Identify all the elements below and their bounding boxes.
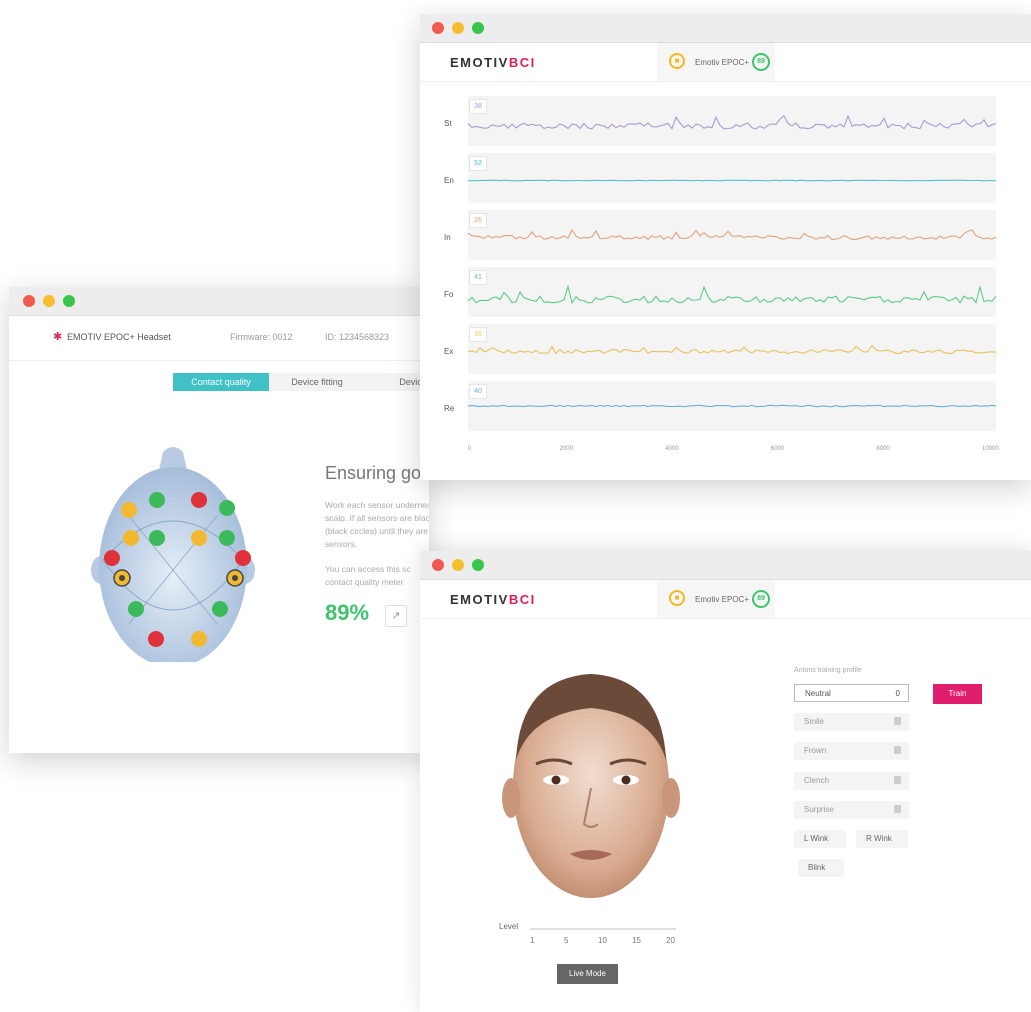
bluetooth-icon: ✱ <box>53 331 63 343</box>
channel-trace <box>467 179 997 182</box>
reference-marker-icon <box>232 575 238 581</box>
level-tick: 20 <box>666 936 675 945</box>
app-header: EMOTIVBCI ■ Emotiv EPOC+ 89 <box>420 580 1031 619</box>
action-smile[interactable]: Smile <box>794 713 909 731</box>
sensor-af4[interactable] <box>219 500 235 516</box>
sensor-o1[interactable] <box>148 631 164 647</box>
sensor-f7[interactable] <box>123 530 139 546</box>
contact-quality-window: ✱ EMOTIV EPOC+ Headset Firmware: 0012 ID… <box>9 287 429 753</box>
external-link-icon[interactable]: ↗ <box>385 605 407 627</box>
close-button[interactable] <box>23 295 35 307</box>
instructions-text: Work each sensor underneath hair to make… <box>325 500 429 549</box>
channel-trace <box>467 344 997 355</box>
action-smile-label: Smile <box>804 717 825 726</box>
channel-trace <box>467 228 997 241</box>
live-mode-button[interactable]: Live Mode <box>557 964 618 984</box>
level-tick: 15 <box>632 936 641 945</box>
x-tick-label: 6000 <box>770 446 785 452</box>
device-name: EMOTIV EPOC+ Headset <box>67 332 171 342</box>
training-profile-label: Antons training profile <box>794 667 862 674</box>
action-right-wink[interactable]: R Wink <box>856 830 908 848</box>
sensor-af3[interactable] <box>121 502 137 518</box>
firmware-version: Firmware: 0012 <box>230 332 293 342</box>
head-sensor-map <box>87 442 259 667</box>
sensor-p7[interactable] <box>128 601 144 617</box>
action-neutral-label: Neutral <box>805 689 831 698</box>
device-tab[interactable]: ■ Emotiv EPOC+ 89 <box>657 580 775 618</box>
action-clench[interactable]: Clench <box>794 772 909 790</box>
x-tick-label: 2000 <box>559 446 573 452</box>
reference-marker-icon <box>119 575 125 581</box>
window-titlebar <box>420 551 1031 580</box>
lock-icon <box>894 746 901 754</box>
lock-icon <box>894 776 901 784</box>
minimize-button[interactable] <box>43 295 55 307</box>
sensor-f4[interactable] <box>191 492 207 508</box>
action-left-wink[interactable]: L Wink <box>794 830 846 848</box>
action-neutral[interactable]: Neutral 0 <box>794 684 909 702</box>
level-tick: 5 <box>564 936 569 945</box>
action-frown-label: Frown <box>804 746 827 755</box>
action-clench-label: Clench <box>804 776 829 785</box>
facial-training-window: EMOTIVBCI ■ Emotiv EPOC+ 89 Antons train… <box>420 551 1031 1012</box>
access-note-text: You can access this sc contact quality m… <box>325 564 411 587</box>
tab-contact-quality[interactable]: Contact quality <box>173 373 269 391</box>
tab-device-fitting[interactable]: Device fitting <box>269 373 365 391</box>
sensor-fc6[interactable] <box>191 530 207 546</box>
sensor-t7[interactable] <box>104 550 120 566</box>
x-tick-label: 8000 <box>876 446 890 452</box>
device-tab-label: Emotiv EPOC+ <box>695 595 750 604</box>
action-surprise[interactable]: Surprise <box>794 801 909 819</box>
minimize-button[interactable] <box>452 559 464 571</box>
emotiv-bci-logo: EMOTIVBCI <box>450 592 536 607</box>
sensor-p8[interactable] <box>212 601 228 617</box>
window-titlebar <box>9 287 429 316</box>
performance-metrics-window: EMOTIVBCI ■ Emotiv EPOC+ 89 St 38 En 52 In 26… <box>420 14 1031 480</box>
metrics-traces <box>467 114 997 408</box>
channel-trace <box>467 114 997 130</box>
action-blink[interactable]: Blink <box>798 859 844 877</box>
lock-icon: ■ <box>669 590 685 606</box>
level-slider[interactable] <box>530 928 676 930</box>
lock-icon <box>894 805 901 813</box>
contact-heading: Ensuring goc <box>325 463 429 483</box>
action-surprise-label: Surprise <box>804 805 834 814</box>
x-tick-label: 10000 <box>982 446 999 452</box>
maximize-button[interactable] <box>472 559 484 571</box>
close-button[interactable] <box>432 559 444 571</box>
contact-quality-percent: 89% <box>325 600 370 625</box>
lock-icon <box>894 717 901 725</box>
sensor-o2[interactable] <box>191 631 207 647</box>
action-frown[interactable]: Frown <box>794 742 909 760</box>
sensor-f3[interactable] <box>149 492 165 508</box>
maximize-button[interactable] <box>63 295 75 307</box>
battery-badge: 89 <box>752 590 770 608</box>
level-tick: 1 <box>530 936 535 945</box>
train-button[interactable]: Train <box>933 684 982 704</box>
sensor-f8[interactable] <box>219 530 235 546</box>
sensor-dots <box>104 492 251 647</box>
sensor-fc5[interactable] <box>149 530 165 546</box>
face-avatar <box>502 674 680 898</box>
level-tick: 10 <box>598 936 607 945</box>
channel-trace <box>467 284 997 305</box>
setup-tabs: Contact quality Device fitting Device <box>173 373 429 391</box>
sensor-t8[interactable] <box>235 550 251 566</box>
x-tick-label: 4000 <box>665 446 679 452</box>
x-tick-label: 0 <box>468 446 472 452</box>
device-id: ID: 1234568323 <box>325 332 390 342</box>
level-label: Level <box>499 922 519 931</box>
device-header: ✱ EMOTIV EPOC+ Headset Firmware: 0012 ID… <box>9 316 429 361</box>
channel-trace <box>467 404 997 408</box>
training-count: 0 <box>895 689 900 698</box>
